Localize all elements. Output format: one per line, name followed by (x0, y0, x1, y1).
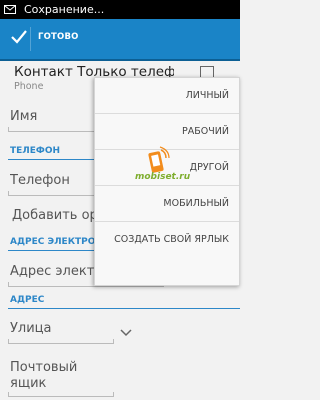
notification-icon (4, 5, 16, 14)
menu-item-custom-label[interactable]: СОЗДАТЬ СВОЙ ЯРЛЫК (95, 222, 239, 258)
phone-placeholder: Телефон (10, 173, 70, 188)
pobox-field[interactable]: Почтовый ящик (4, 357, 114, 397)
action-bar: ГОТОВО (0, 19, 240, 61)
section-address: АДРЕС (8, 295, 240, 309)
menu-item-work[interactable]: РАБОЧИЙ (95, 114, 239, 150)
pobox-placeholder-line2: ящик (10, 376, 47, 391)
pobox-placeholder-line1: Почтовый (10, 360, 78, 375)
menu-item-label: МОБИЛЬНЫЙ (163, 198, 229, 209)
menu-item-label: ЛИЧНЫЙ (185, 90, 229, 101)
done-label: ГОТОВО (38, 32, 79, 42)
section-address-label: АДРЕС (10, 295, 45, 305)
street-field[interactable]: Улица (4, 318, 114, 344)
action-bar-divider (30, 27, 31, 51)
status-bar: Сохранение... (0, 0, 240, 19)
add-organization-button[interactable]: Добавить ор (12, 208, 98, 223)
name-placeholder: Имя (10, 109, 38, 124)
menu-item-label: РАБОЧИЙ (182, 126, 229, 137)
account-type: Phone (14, 81, 44, 92)
section-phone-label: ТЕЛЕФОН (10, 146, 61, 156)
checkmark-icon (11, 30, 27, 44)
section-email-label: АДРЕС ЭЛЕКТРО (10, 237, 96, 247)
menu-item-label: ДРУГОЙ (189, 162, 229, 173)
done-button[interactable]: ГОТОВО (0, 19, 100, 59)
status-notification-text: Сохранение... (24, 3, 105, 16)
watermark-text: mobiset.ru (135, 172, 191, 182)
menu-item-personal[interactable]: ЛИЧНЫЙ (95, 78, 239, 114)
menu-item-mobile[interactable]: МОБИЛЬНЫЙ (95, 186, 239, 222)
menu-item-label: СОЗДАТЬ СВОЙ ЯРЛЫК (114, 234, 229, 245)
street-placeholder: Улица (10, 321, 52, 336)
chevron-down-icon[interactable] (120, 329, 132, 337)
